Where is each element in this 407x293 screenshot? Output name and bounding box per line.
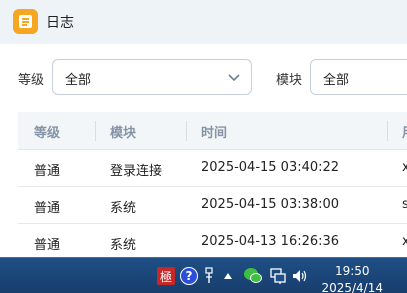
network-icon[interactable] [270, 267, 286, 285]
cell-time: 2025-04-15 03:40:22 [201, 160, 340, 175]
cell-module: 系统 [110, 201, 137, 216]
window-title: 日志 [46, 15, 74, 31]
module-filter-label: 模块 [276, 73, 303, 88]
table-row[interactable]: 普通 系统 2025-04-13 16:26:36 x [18, 224, 407, 261]
cell-module: 系统 [110, 238, 137, 253]
help-glyph: ? [185, 269, 193, 283]
cell-level: 普通 [34, 164, 61, 179]
module-filter-value: 全部 [323, 73, 350, 88]
table-header: 等级 模块 时间 用 [18, 112, 407, 150]
column-divider [186, 121, 187, 141]
window-titlebar: 日志 [0, 0, 407, 44]
column-header-level[interactable]: 等级 [34, 122, 60, 141]
column-header-module[interactable]: 模块 [110, 122, 136, 141]
table-row[interactable]: 普通 登录连接 2025-04-15 03:40:22 x [18, 150, 407, 187]
help-icon[interactable]: ? [180, 267, 198, 285]
volume-icon[interactable] [292, 268, 308, 284]
cell-module: 登录连接 [110, 164, 163, 179]
cell-level: 普通 [34, 238, 61, 253]
level-filter-value: 全部 [65, 73, 92, 88]
cell-level: 普通 [34, 201, 61, 216]
level-filter-select[interactable]: 全部 [52, 59, 252, 95]
column-header-user[interactable]: 用 [402, 122, 407, 141]
column-divider [387, 121, 388, 141]
log-app-icon [13, 9, 38, 34]
tray-expand-icon[interactable] [223, 271, 233, 281]
cell-user: x [402, 160, 407, 175]
clock-time: 19:50 [334, 264, 370, 278]
filter-bar: 等级 全部 模块 全部 [0, 44, 407, 110]
wechat-icon[interactable] [243, 266, 263, 286]
cell-user: s [402, 197, 407, 212]
cell-time: 2025-04-15 03:38:00 [201, 197, 340, 212]
clock-date: 2025/4/14 [321, 281, 383, 293]
ime-glyph: 極 [159, 269, 172, 284]
column-divider [95, 121, 96, 141]
cell-time: 2025-04-13 16:26:36 [201, 234, 340, 249]
module-filter-select[interactable]: 全部 [310, 59, 407, 95]
usb-icon[interactable] [204, 267, 214, 285]
taskbar: 極 ? 19:50 2025/4/14 [0, 257, 407, 293]
chevron-down-icon [228, 74, 240, 82]
taskbar-clock[interactable]: 19:50 2025/4/14 [321, 263, 383, 293]
cell-user: x [402, 234, 407, 249]
level-filter-label: 等级 [18, 73, 45, 88]
log-table: 等级 模块 时间 用 普通 登录连接 2025-04-15 03:40:22 x… [18, 112, 407, 261]
column-header-time[interactable]: 时间 [201, 122, 227, 141]
table-row[interactable]: 普通 系统 2025-04-15 03:38:00 s [18, 187, 407, 224]
ime-icon[interactable]: 極 [157, 267, 175, 285]
